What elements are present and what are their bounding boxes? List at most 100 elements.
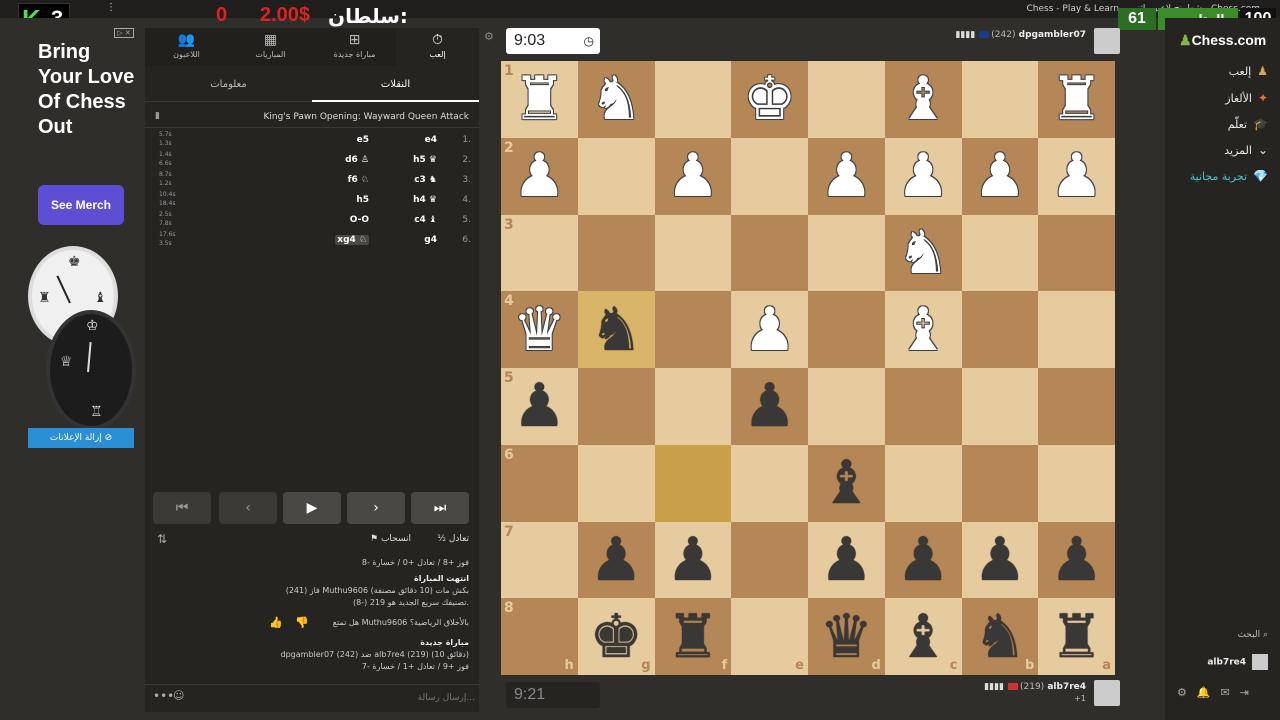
board-square[interactable]	[731, 444, 808, 522]
white-move[interactable]: h4 ♛	[413, 195, 437, 205]
tab-players[interactable]: 👥 اللاعبون	[145, 28, 228, 66]
black-knight-piece[interactable]: ♞	[962, 598, 1039, 675]
black-knight-piece[interactable]: ♞	[578, 291, 655, 368]
white-pawn-piece[interactable]: ♟	[655, 138, 732, 215]
draw-button[interactable]: ½ تعادل	[437, 534, 469, 544]
black-pawn-piece[interactable]: ♟	[1038, 522, 1115, 599]
board-square[interactable]: ♝	[884, 291, 962, 368]
board-square[interactable]	[808, 214, 885, 292]
white-move[interactable]: c3 ♞	[414, 175, 437, 185]
tab-new-game[interactable]: ⊞ مباراة جديدة	[313, 28, 396, 66]
board-square[interactable]: a ♜	[1038, 598, 1115, 675]
flip-board-icon[interactable]: ⇅	[157, 532, 167, 546]
nav-free-trial[interactable]: تجربة مجانية 💎	[1190, 169, 1268, 183]
white-rook-piece[interactable]: ♜	[501, 61, 578, 138]
ad-info-icon[interactable]: ▷ ✕	[114, 28, 134, 38]
board-square[interactable]	[808, 291, 885, 368]
black-bishop-piece[interactable]: ♝	[885, 598, 962, 675]
opponent-avatar[interactable]	[1094, 28, 1120, 54]
board-square[interactable]	[654, 444, 732, 522]
board-square[interactable]: ♟	[731, 291, 808, 368]
board-square[interactable]: ♟	[1038, 137, 1115, 215]
board-square[interactable]: c ♝	[884, 598, 962, 675]
board-square[interactable]: ♞	[884, 214, 962, 292]
board-square[interactable]: ♟	[731, 368, 808, 445]
white-pawn-piece[interactable]: ♟	[808, 138, 885, 215]
white-move[interactable]: c4 ♝	[414, 215, 437, 225]
board-square[interactable]: 7	[501, 521, 578, 599]
board-square[interactable]: ♟	[808, 137, 885, 215]
board-square[interactable]	[731, 521, 808, 599]
white-pawn-piece[interactable]: ♟	[501, 138, 578, 215]
black-move[interactable]: d6 ♙	[345, 155, 369, 165]
board-square[interactable]	[654, 368, 732, 445]
board-square[interactable]: ♟	[577, 521, 655, 599]
white-queen-piece[interactable]: ♛	[501, 291, 578, 368]
nav-search[interactable]: البحث ⌕	[1237, 630, 1268, 640]
nav-puzzles[interactable]: الألغاز ✦	[1225, 91, 1268, 105]
nav-play[interactable]: إلعب ♟	[1229, 64, 1268, 78]
self-name[interactable]: alb7re4	[1047, 682, 1086, 692]
board-square[interactable]: ♟	[884, 521, 962, 599]
board-settings-icon[interactable]: ⚙	[484, 30, 494, 43]
board-square[interactable]	[1038, 368, 1115, 445]
board-square[interactable]	[808, 368, 885, 445]
next-move-button[interactable]: ›	[347, 492, 405, 524]
board-square[interactable]	[577, 444, 655, 522]
board-square[interactable]: ♟	[884, 137, 962, 215]
more-icon[interactable]: •••	[153, 689, 174, 703]
board-square[interactable]	[731, 137, 808, 215]
board-square[interactable]: ♟	[808, 521, 885, 599]
white-pawn-piece[interactable]: ♟	[731, 291, 808, 368]
nav-more[interactable]: المزيد ⌄	[1224, 143, 1268, 157]
board-square[interactable]: ♝	[884, 61, 962, 138]
board-square[interactable]: ♟	[654, 137, 732, 215]
board-square[interactable]	[961, 444, 1039, 522]
chessboard[interactable]: 1 ♜ ♞ ♚ ♝ ♜ 2 ♟ ♟ ♟ ♟ ♟ ♟ 3 ♞ 4 ♛ ♞ ♟ ♝ 5 ♟ ♟ 6 ♝ 7 ♟ ♟ ♟ ♟ ♟ ♟ 8 h g ♚ f ♜ e d…	[501, 61, 1115, 675]
subtab-info[interactable]: معلومات	[145, 72, 312, 102]
black-pawn-piece[interactable]: ♟	[962, 522, 1039, 599]
board-square[interactable]: d ♛	[808, 598, 885, 675]
self-avatar[interactable]	[1094, 680, 1120, 706]
board-square[interactable]	[731, 214, 808, 292]
board-square[interactable]	[654, 291, 732, 368]
board-square[interactable]: 5 ♟	[501, 368, 578, 445]
board-square[interactable]: 8h	[501, 598, 578, 675]
board-square[interactable]: b ♞	[961, 598, 1039, 675]
white-pawn-piece[interactable]: ♟	[962, 138, 1039, 215]
board-square[interactable]: ♞	[577, 291, 655, 368]
black-rook-piece[interactable]: ♜	[1038, 598, 1115, 675]
board-square[interactable]: ♟	[1038, 521, 1115, 599]
board-square[interactable]: 4 ♛	[501, 291, 578, 368]
board-square[interactable]	[961, 61, 1039, 138]
white-knight-piece[interactable]: ♞	[578, 61, 655, 138]
white-knight-piece[interactable]: ♞	[885, 215, 962, 292]
board-square[interactable]	[1038, 214, 1115, 292]
board-square[interactable]	[961, 291, 1039, 368]
black-king-piece[interactable]: ♚	[578, 598, 655, 675]
black-move[interactable]: e5	[357, 135, 369, 145]
nav-profile[interactable]: alb7re4	[1207, 654, 1268, 670]
black-pawn-piece[interactable]: ♟	[578, 522, 655, 599]
board-square[interactable]: 1 ♜	[501, 61, 578, 138]
opponent-name[interactable]: dpgambler07	[1019, 30, 1086, 40]
board-square[interactable]	[1038, 444, 1115, 522]
board-square[interactable]	[577, 214, 655, 292]
black-queen-piece[interactable]: ♛	[808, 598, 885, 675]
tab-play[interactable]: ⏱ إلعب	[396, 28, 479, 66]
board-square[interactable]	[577, 137, 655, 215]
black-move[interactable]: f6 ♘	[348, 175, 369, 185]
black-rook-piece[interactable]: ♜	[655, 598, 732, 675]
black-pawn-piece[interactable]: ♟	[808, 522, 885, 599]
board-square[interactable]: 6	[501, 444, 578, 522]
black-pawn-piece[interactable]: ♟	[885, 522, 962, 599]
thumbs-up-icon[interactable]: 👍	[269, 616, 283, 629]
collapse-icon[interactable]: ⇥	[1240, 686, 1249, 699]
white-move[interactable]: e4	[425, 135, 437, 145]
board-square[interactable]	[1038, 291, 1115, 368]
emoji-icon[interactable]: ☺	[173, 689, 184, 702]
chesscom-logo[interactable]: ♟Chess.com	[1179, 32, 1266, 49]
white-pawn-piece[interactable]: ♟	[885, 138, 962, 215]
thumbs-down-icon[interactable]: 👎	[295, 616, 309, 629]
board-square[interactable]: ♝	[808, 444, 885, 522]
